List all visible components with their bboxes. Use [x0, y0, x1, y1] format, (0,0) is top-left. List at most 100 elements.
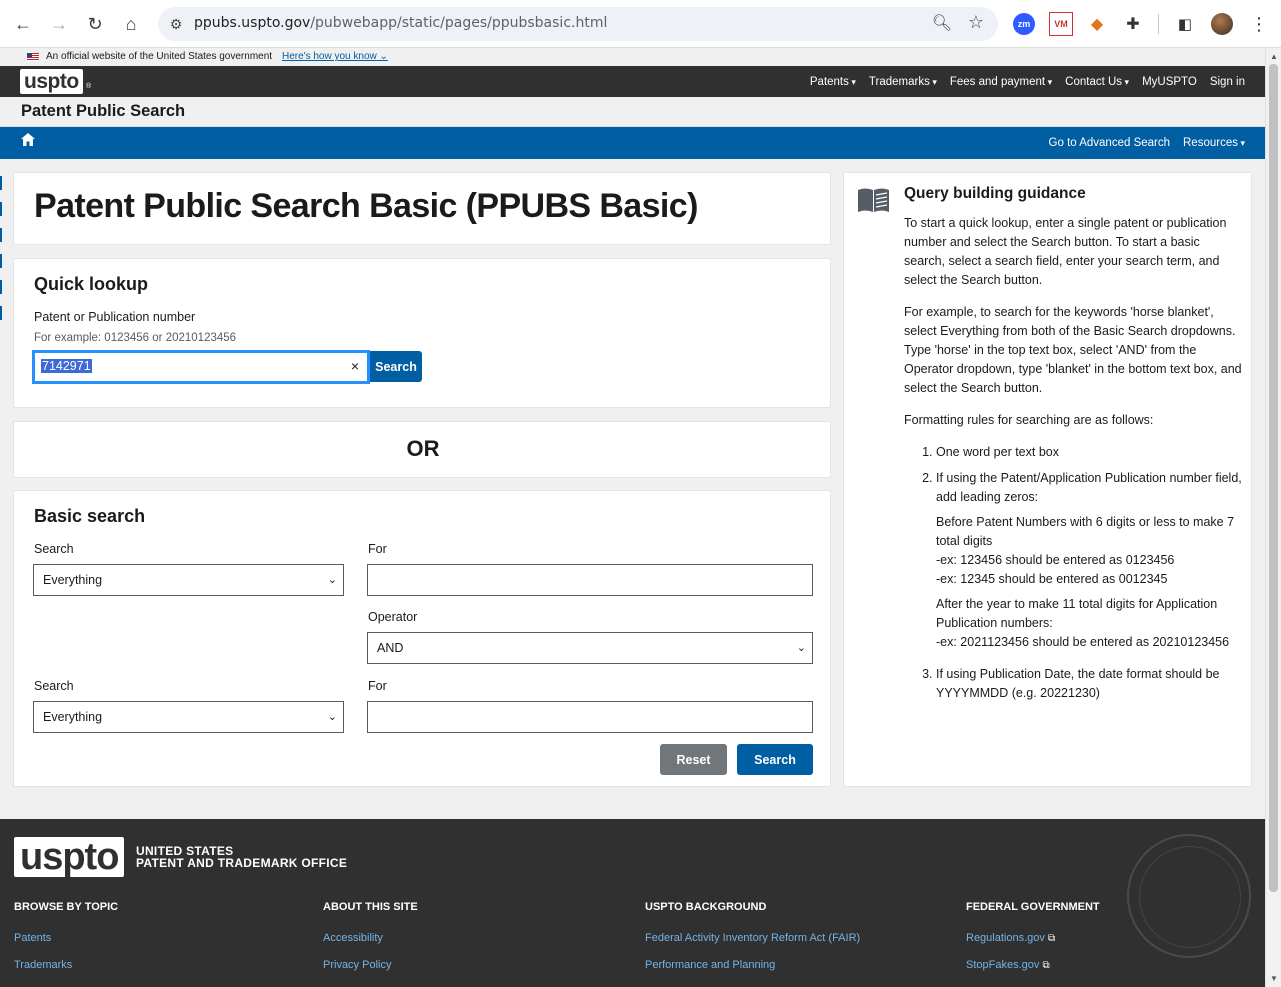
footer-heading-browse: BROWSE BY TOPIC — [14, 901, 119, 913]
quick-lookup-card: Quick lookup Patent or Publication numbe… — [13, 258, 831, 408]
left-edge-marks — [0, 176, 2, 326]
rule-2-publication-numbers: After the year to make 11 total digits f… — [936, 597, 1230, 649]
quick-lookup-title: Quick lookup — [34, 274, 149, 294]
guidance-paragraph-1: To start a quick lookup, enter a single … — [904, 216, 1227, 287]
patent-number-input[interactable]: 7142971 × — [32, 350, 370, 384]
footer-link-stopfakes[interactable]: StopFakes.gov ⧉ — [966, 959, 1050, 971]
page-title-card: Patent Public Search Basic (PPUBS Basic) — [13, 172, 831, 245]
for-label-2: For — [368, 679, 387, 693]
basic-search-title: Basic search — [34, 506, 146, 526]
scroll-up-arrow-icon[interactable]: ▲ — [1270, 52, 1278, 61]
metamask-fox-icon[interactable]: ◆ — [1085, 12, 1109, 36]
basic-search-button[interactable]: Search — [737, 744, 813, 775]
nav-fees[interactable]: Fees and payment — [950, 76, 1052, 88]
toolbar-divider — [1158, 14, 1159, 34]
formatting-rules-list: One word per text box If using the Paten… — [936, 443, 1244, 703]
patent-number-value: 7142971 — [41, 359, 92, 373]
quick-search-button[interactable]: Search — [370, 351, 422, 382]
rule-2-patent-numbers: Before Patent Numbers with 6 digits or l… — [936, 515, 1235, 586]
extensions-puzzle-icon[interactable]: ✚ — [1121, 12, 1145, 36]
nav-sign-in[interactable]: Sign in — [1210, 76, 1245, 88]
or-divider-card: OR — [13, 421, 831, 478]
footer-heading-background: USPTO BACKGROUND — [645, 901, 767, 913]
footer-uspto-logo[interactable]: uspto — [14, 837, 125, 877]
reload-icon[interactable]: ↻ — [81, 10, 109, 38]
for-input-1[interactable] — [367, 564, 813, 596]
forward-icon[interactable]: → — [45, 10, 73, 38]
uspto-logo[interactable]: uspto — [20, 69, 83, 94]
profile-avatar[interactable] — [1211, 13, 1233, 35]
rule-item-1: One word per text box — [936, 443, 1244, 462]
vm-extension-icon[interactable]: VM — [1049, 12, 1073, 36]
advanced-search-link[interactable]: Go to Advanced Search — [1049, 137, 1170, 149]
back-icon[interactable]: ← — [9, 10, 37, 38]
rule-item-3: If using Publication Date, the date form… — [936, 665, 1244, 703]
guidance-title: Query building guidance — [904, 185, 1086, 202]
footer-heading-federal: FEDERAL GOVERNMENT — [966, 901, 1100, 913]
top-nav: Patents Trademarks Fees and payment Cont… — [810, 66, 1245, 97]
app-title[interactable]: Patent Public Search — [21, 102, 185, 121]
nav-trademarks[interactable]: Trademarks — [869, 76, 937, 88]
app-subheader: Patent Public Search — [0, 97, 1265, 127]
us-flag-icon — [27, 53, 39, 61]
browser-toolbar: ← → ↻ ⌂ ⚙ ppubs.uspto.gov/pubwebapp/stat… — [0, 0, 1281, 48]
home-icon[interactable] — [21, 133, 35, 151]
guidance-card: Query building guidance To start a quick… — [843, 172, 1252, 787]
patent-number-hint: For example: 0123456 or 20210123456 — [34, 332, 237, 344]
reset-button[interactable]: Reset — [660, 744, 727, 775]
site-header: uspto ® Patents Trademarks Fees and paym… — [0, 66, 1265, 97]
for-label-1: For — [368, 542, 387, 556]
footer-link-accessibility[interactable]: Accessibility — [323, 932, 383, 944]
search-field-select-2[interactable]: Everything ⌄ — [33, 701, 344, 733]
guidance-body: To start a quick lookup, enter a single … — [904, 214, 1244, 710]
home-icon[interactable]: ⌂ — [117, 10, 145, 38]
guidance-paragraph-3: Formatting rules for searching are as fo… — [904, 413, 1154, 427]
browser-menu-icon[interactable]: ⋮ — [1247, 12, 1271, 36]
guidance-paragraph-2: For example, to search for the keywords … — [904, 305, 1242, 395]
operator-label: Operator — [368, 610, 418, 624]
nav-patents[interactable]: Patents — [810, 76, 856, 88]
search-field-value-1: Everything — [43, 573, 103, 587]
search-field-value-2: Everything — [43, 710, 103, 724]
gov-banner-link[interactable]: Here's how you know ⌄ — [282, 51, 388, 62]
site-footer: uspto UNITED STATES PATENT AND TRADEMARK… — [0, 819, 1265, 987]
bookmark-star-icon[interactable]: ☆ — [968, 12, 984, 33]
footer-link-privacy[interactable]: Privacy Policy — [323, 959, 391, 971]
address-bar[interactable]: ⚙ ppubs.uspto.gov/pubwebapp/static/pages… — [158, 7, 998, 41]
chevron-down-icon: ⌄ — [796, 642, 806, 654]
chevron-down-icon: ⌄ — [327, 574, 337, 586]
registered-mark: ® — [86, 83, 92, 90]
footer-link-regulations[interactable]: Regulations.gov ⧉ — [966, 932, 1055, 944]
search-field-label-1: Search — [34, 542, 74, 556]
operator-select[interactable]: AND ⌄ — [367, 632, 813, 664]
zoom-extension-icon[interactable]: zm — [1013, 13, 1035, 35]
scroll-down-arrow-icon[interactable]: ▼ — [1270, 974, 1278, 983]
footer-link-patents[interactable]: Patents — [14, 932, 51, 944]
search-field-select-1[interactable]: Everything ⌄ — [33, 564, 344, 596]
department-of-commerce-seal — [1127, 834, 1251, 958]
footer-link-trademarks[interactable]: Trademarks — [14, 959, 72, 971]
site-info-icon[interactable]: ⚙ — [166, 14, 186, 34]
patent-number-label: Patent or Publication number — [34, 310, 196, 324]
search-field-label-2: Search — [34, 679, 74, 693]
book-icon — [858, 188, 889, 212]
footer-link-performance[interactable]: Performance and Planning — [645, 959, 775, 971]
footer-org-name: UNITED STATES PATENT AND TRADEMARK OFFIC… — [136, 844, 348, 870]
app-nav-bar: Go to Advanced Search Resources — [0, 127, 1265, 159]
page-scrollbar[interactable]: ▲ ▼ — [1265, 49, 1281, 987]
rule-item-2: If using the Patent/Application Publicat… — [936, 469, 1244, 652]
for-input-2[interactable] — [367, 701, 813, 733]
nav-contact[interactable]: Contact Us — [1065, 76, 1129, 88]
zoom-icon[interactable]: 🔍︎ — [932, 13, 952, 33]
url-text: ppubs.uspto.gov/pubwebapp/static/pages/p… — [194, 15, 608, 31]
page-title: Patent Public Search Basic (PPUBS Basic) — [34, 187, 698, 225]
side-panel-icon[interactable]: ◧ — [1173, 12, 1197, 36]
clear-icon[interactable]: × — [351, 358, 359, 374]
gov-banner-text: An official website of the United States… — [46, 51, 273, 62]
scrollbar-thumb[interactable] — [1269, 64, 1278, 892]
external-link-icon: ⧉ — [1047, 933, 1056, 944]
external-link-icon: ⧉ — [1042, 960, 1050, 971]
footer-link-fair[interactable]: Federal Activity Inventory Reform Act (F… — [645, 932, 860, 944]
nav-myuspto[interactable]: MyUSPTO — [1142, 76, 1197, 88]
resources-menu[interactable]: Resources — [1183, 137, 1245, 149]
